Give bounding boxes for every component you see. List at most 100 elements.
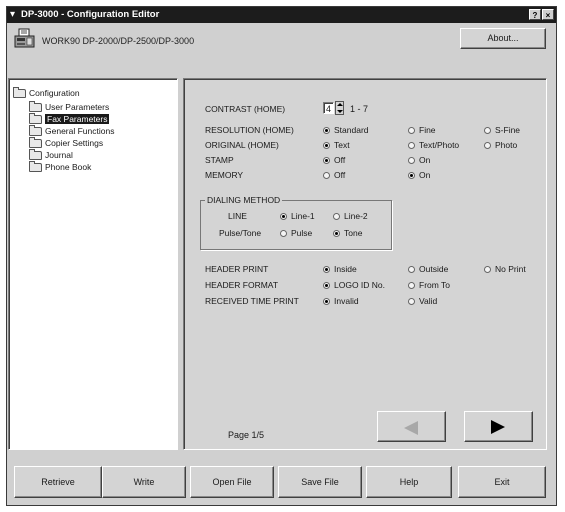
radio-label: No Print	[495, 264, 526, 274]
page-indicator: Page 1/5	[228, 430, 265, 440]
configuration-tree[interactable]: Configuration User Parameters Fax Parame…	[8, 78, 178, 450]
pulse-radio[interactable]: Pulse	[280, 228, 312, 238]
contrast-spinner[interactable]	[335, 101, 344, 115]
stamp-on-radio[interactable]: On	[408, 155, 430, 165]
memory-off-radio[interactable]: Off	[323, 170, 345, 180]
radio-icon	[333, 212, 340, 220]
memory-label: MEMORY	[205, 170, 244, 180]
retrieve-button[interactable]: Retrieve	[14, 466, 102, 498]
radio-label: Standard	[334, 125, 369, 135]
radio-selected-icon	[408, 171, 415, 179]
dialing-method-title: DIALING METHOD	[205, 195, 283, 205]
folder-icon	[29, 100, 42, 112]
resolution-standard-radio[interactable]: Standard	[323, 125, 369, 135]
contrast-value[interactable]: 4	[323, 102, 334, 114]
original-photo-radio[interactable]: Photo	[484, 140, 517, 150]
dialing-method-group	[200, 200, 392, 250]
radio-label: Pulse	[291, 228, 313, 238]
received-time-label: RECEIVED TIME PRINT	[205, 296, 299, 306]
radio-icon	[323, 171, 330, 179]
arrow-right-icon	[491, 420, 505, 434]
tree-item-phone-book[interactable]: Phone Book	[29, 160, 92, 172]
tone-radio[interactable]: Tone	[333, 228, 362, 238]
contrast-range: 1 - 7	[350, 104, 369, 114]
title-bar: ▾ DP-3000 - Configuration Editor ? ×	[7, 7, 556, 23]
radio-label: Text/Photo	[419, 140, 460, 150]
tree-item-label: Copier Settings	[45, 138, 104, 148]
previous-page-button[interactable]	[377, 411, 446, 442]
close-title-button[interactable]: ×	[542, 9, 554, 20]
radio-label: S-Fine	[495, 125, 521, 135]
radio-label: On	[419, 155, 431, 165]
radio-label: Invalid	[334, 296, 359, 306]
stamp-off-radio[interactable]: Off	[323, 155, 345, 165]
arrow-left-icon	[404, 421, 418, 435]
help-button[interactable]: Help	[366, 466, 452, 498]
next-page-button[interactable]	[464, 411, 533, 442]
radio-icon	[484, 126, 491, 134]
radio-label: Tone	[344, 228, 363, 238]
header-print-outside-radio[interactable]: Outside	[408, 264, 448, 274]
radio-label: Line-2	[344, 211, 368, 221]
header-format-label: HEADER FORMAT	[205, 280, 279, 290]
resolution-label: RESOLUTION (HOME)	[205, 125, 294, 135]
radio-icon	[408, 141, 415, 149]
header-print-inside-radio[interactable]: Inside	[323, 264, 357, 274]
radio-label: Text	[334, 140, 350, 150]
line-2-radio[interactable]: Line-2	[333, 211, 368, 221]
folder-icon	[29, 160, 42, 172]
resolution-fine-radio[interactable]: Fine	[408, 125, 436, 135]
tree-item-fax-parameters[interactable]: Fax Parameters	[29, 112, 110, 124]
tree-item-label-selected: Fax Parameters	[45, 114, 110, 124]
radio-label: From To	[419, 280, 451, 290]
radio-icon	[408, 156, 415, 164]
header-format-from-to-radio[interactable]: From To	[408, 280, 450, 290]
tree-item-journal[interactable]: Journal	[29, 148, 73, 160]
about-button[interactable]: About...	[460, 28, 546, 49]
radio-label: LOGO ID No.	[334, 280, 386, 290]
tree-item-label: Phone Book	[45, 162, 92, 172]
folder-icon	[13, 86, 26, 98]
tree-root-label: Configuration	[29, 88, 80, 98]
radio-label: Inside	[334, 264, 357, 274]
radio-icon	[484, 141, 491, 149]
radio-icon	[484, 265, 491, 273]
system-menu-icon[interactable]: ▾	[10, 9, 15, 20]
help-title-button[interactable]: ?	[529, 9, 541, 20]
original-label: ORIGINAL (HOME)	[205, 140, 279, 150]
tree-item-general-functions[interactable]: General Functions	[29, 124, 114, 136]
header-format-logo-radio[interactable]: LOGO ID No.	[323, 280, 385, 290]
save-file-button[interactable]: Save File	[278, 466, 362, 498]
pulse-tone-label: Pulse/Tone	[219, 228, 262, 238]
model-name: WORK90 DP-2000/DP-2500/DP-3000	[42, 36, 195, 46]
folder-icon	[29, 124, 42, 136]
radio-label: Off	[334, 170, 346, 180]
write-button[interactable]: Write	[102, 466, 186, 498]
radio-selected-icon	[280, 212, 287, 220]
window-title: DP-3000 - Configuration Editor	[21, 9, 160, 20]
tree-item-user-parameters[interactable]: User Parameters	[29, 100, 109, 112]
stamp-label: STAMP	[205, 155, 234, 165]
radio-selected-icon	[323, 265, 330, 273]
radio-icon	[408, 126, 415, 134]
open-file-button[interactable]: Open File	[190, 466, 274, 498]
exit-button[interactable]: Exit	[458, 466, 546, 498]
tree-item-copier-settings[interactable]: Copier Settings	[29, 136, 104, 148]
tree-item-label: Journal	[45, 150, 73, 160]
original-text-radio[interactable]: Text	[323, 140, 350, 150]
line-label: LINE	[228, 211, 247, 221]
line-1-radio[interactable]: Line-1	[280, 211, 315, 221]
tree-root[interactable]: Configuration	[13, 86, 80, 98]
original-text-photo-radio[interactable]: Text/Photo	[408, 140, 459, 150]
radio-selected-icon	[333, 229, 340, 237]
folder-icon	[29, 136, 42, 148]
memory-on-radio[interactable]: On	[408, 170, 430, 180]
received-time-invalid-radio[interactable]: Invalid	[323, 296, 359, 306]
radio-label: Outside	[419, 264, 449, 274]
radio-icon	[408, 281, 415, 289]
header-print-no-print-radio[interactable]: No Print	[484, 264, 526, 274]
received-time-valid-radio[interactable]: Valid	[408, 296, 437, 306]
resolution-sfine-radio[interactable]: S-Fine	[484, 125, 520, 135]
radio-label: Photo	[495, 140, 518, 150]
radio-icon	[280, 229, 287, 237]
